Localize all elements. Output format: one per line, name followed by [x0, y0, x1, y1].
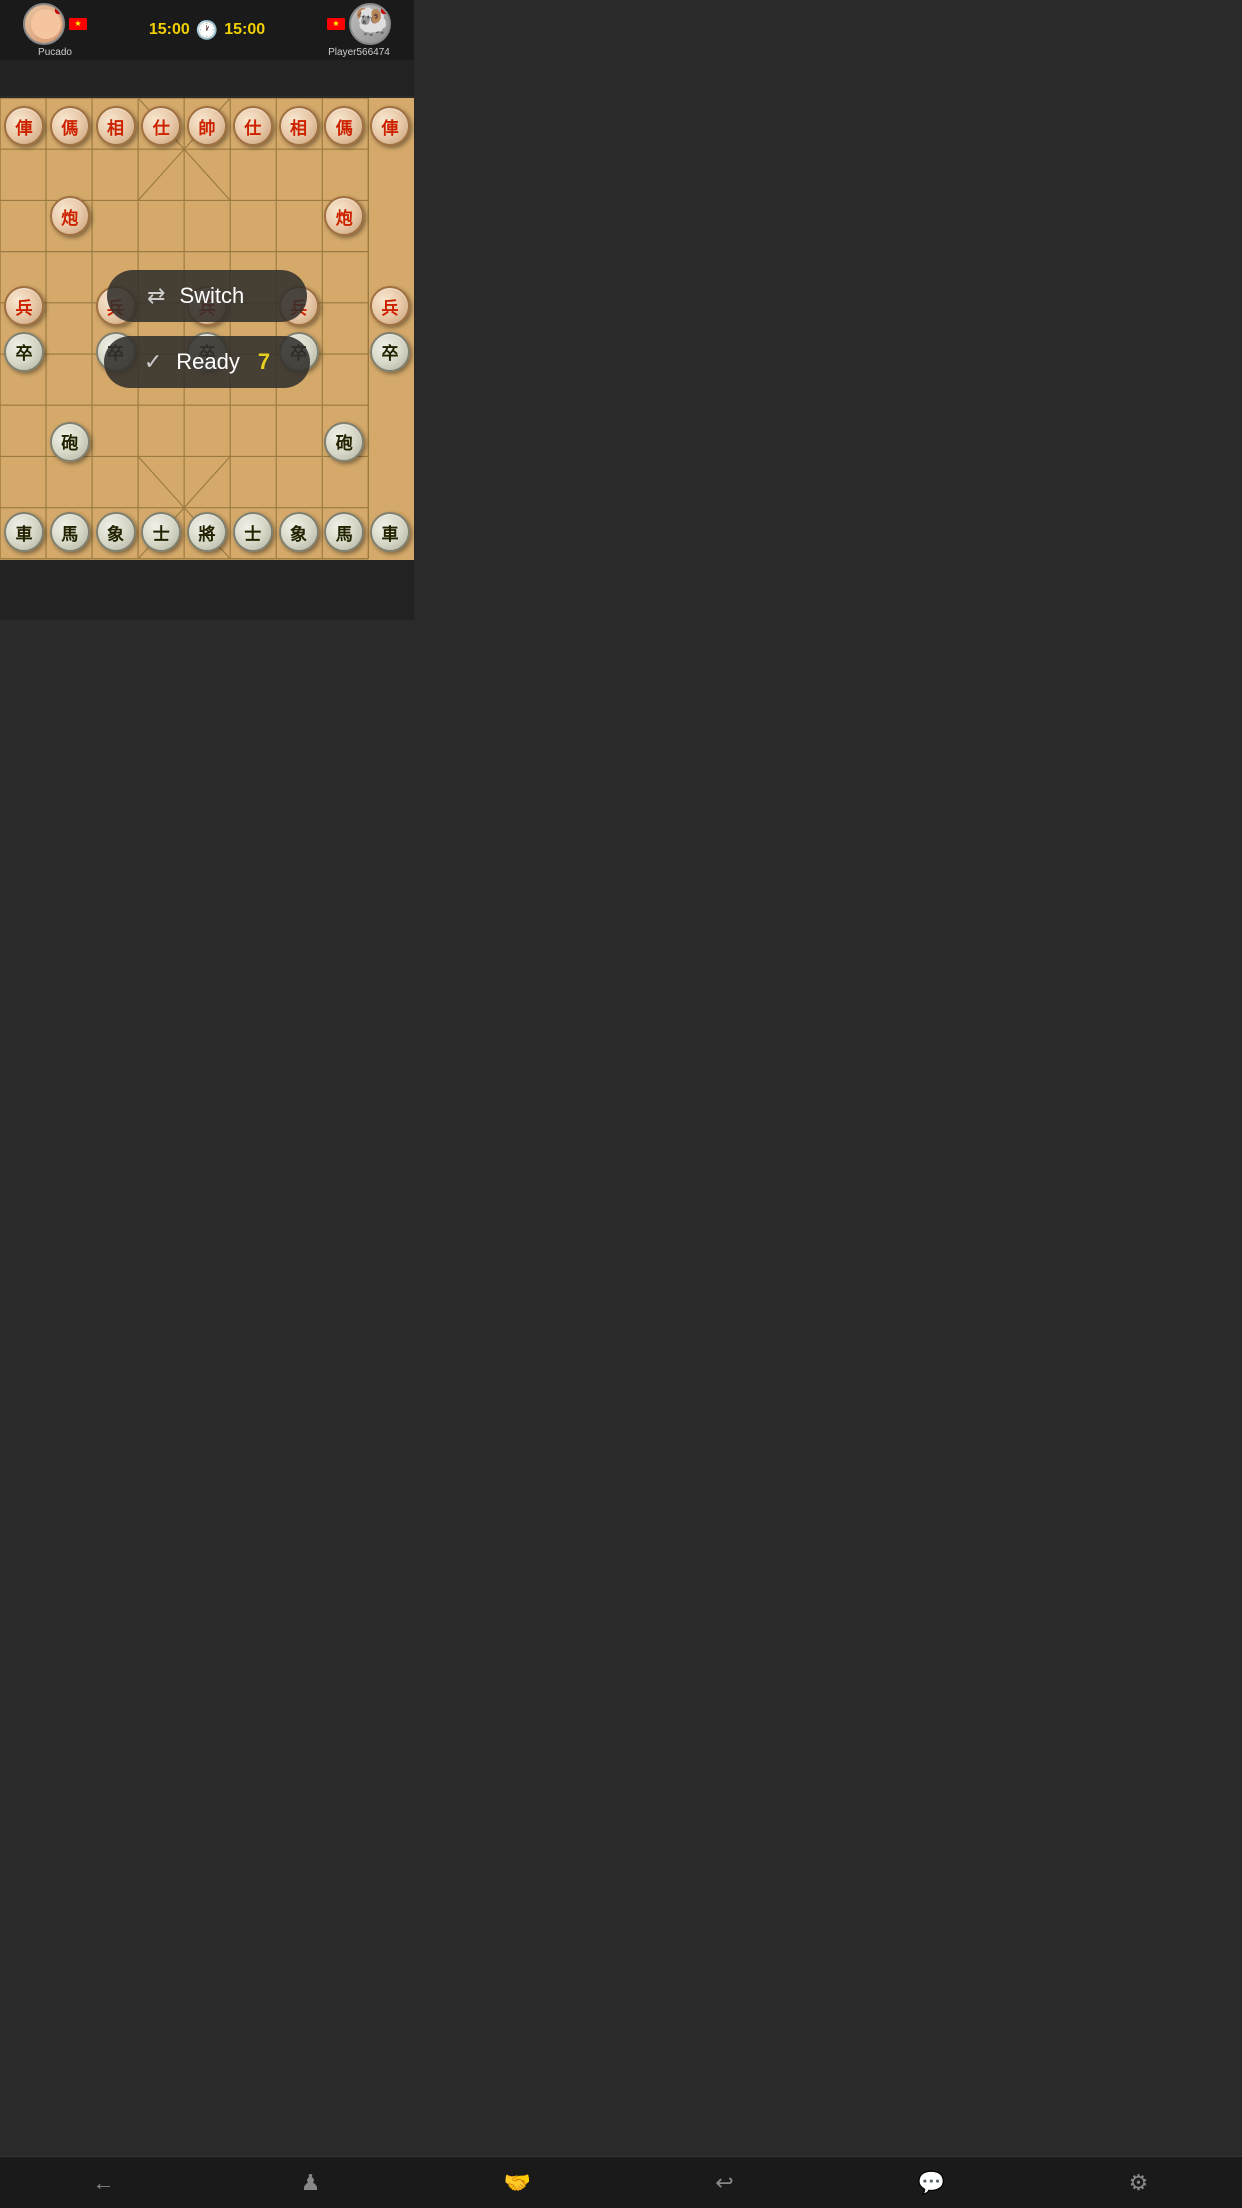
piece[interactable]: 馬	[50, 512, 90, 552]
piece[interactable]: 炮	[324, 196, 364, 236]
game-header: 将 ★ Pucado 15:00 🕐 15:00 ★ 🐏 帅 Player566…	[0, 0, 414, 60]
bottom-spacer	[0, 560, 414, 620]
handshake-icon: 🤝	[504, 2170, 531, 2196]
player2-info: ★ 🐏 帅 Player566474	[314, 3, 404, 58]
piece[interactable]: 俥	[4, 106, 44, 146]
player2-name: Player566474	[328, 47, 390, 58]
piece[interactable]: 砲	[50, 422, 90, 462]
timer-section: 15:00 🕐 15:00	[100, 20, 314, 41]
player2-avatar: 🐏 帅	[349, 3, 391, 45]
handshake-button[interactable]: 🤝	[496, 2161, 540, 2205]
player1-name: Pucado	[38, 47, 72, 58]
ready-number: 7	[258, 349, 270, 375]
player1-timer: 15:00	[149, 21, 190, 39]
piece[interactable]: 車	[370, 512, 410, 552]
switch-button[interactable]: ⇄ Switch	[107, 270, 307, 322]
piece[interactable]: 砲	[324, 422, 364, 462]
player2-flag: ★	[327, 18, 345, 30]
piece[interactable]: 相	[279, 106, 319, 146]
player-button[interactable]: ♟	[289, 2161, 333, 2205]
piece[interactable]: 象	[279, 512, 319, 552]
top-spacer	[0, 60, 414, 96]
player1-badge: 将	[55, 3, 65, 14]
piece[interactable]: 卒	[370, 332, 410, 372]
undo-button[interactable]: ↩	[703, 2161, 747, 2205]
piece[interactable]: 兵	[370, 286, 410, 326]
player1-info: 将 ★ Pucado	[10, 3, 100, 58]
undo-icon: ↩	[715, 2170, 733, 2196]
settings-icon: ⚙	[1129, 2170, 1149, 2196]
settings-button[interactable]: ⚙	[1117, 2161, 1161, 2205]
piece[interactable]: 將	[187, 512, 227, 552]
chat-button[interactable]: 💬	[910, 2161, 954, 2205]
player1-avatar: 将	[23, 3, 65, 45]
player-icon: ♟	[301, 2170, 321, 2196]
back-button[interactable]: ←	[82, 2161, 126, 2205]
piece[interactable]: 相	[96, 106, 136, 146]
board-container: 俥傌相仕帥仕相傌俥炮炮兵兵兵兵兵車馬象士將士象馬車砲砲卒卒卒卒卒 ⇄ Switc…	[0, 98, 414, 560]
piece[interactable]: 傌	[50, 106, 90, 146]
player1-flag: ★	[69, 18, 87, 30]
piece[interactable]: 傌	[324, 106, 364, 146]
ready-label: Ready	[176, 349, 240, 375]
piece[interactable]: 炮	[50, 196, 90, 236]
piece[interactable]: 馬	[324, 512, 364, 552]
check-icon: ✓	[144, 349, 162, 375]
piece[interactable]: 士	[233, 512, 273, 552]
clock-icon: 🕐	[196, 20, 218, 41]
piece[interactable]: 士	[141, 512, 181, 552]
piece[interactable]: 俥	[370, 106, 410, 146]
chat-icon: 💬	[918, 2170, 945, 2196]
xiangqi-board[interactable]: 俥傌相仕帥仕相傌俥炮炮兵兵兵兵兵車馬象士將士象馬車砲砲卒卒卒卒卒 ⇄ Switc…	[0, 98, 414, 560]
piece[interactable]: 卒	[4, 332, 44, 372]
switch-icon: ⇄	[147, 283, 165, 309]
player2-timer: 15:00	[224, 21, 265, 39]
piece[interactable]: 仕	[233, 106, 273, 146]
switch-label: Switch	[179, 283, 244, 309]
back-icon: ←	[93, 2170, 115, 2196]
player2-badge: 帅	[381, 3, 391, 14]
piece[interactable]: 車	[4, 512, 44, 552]
piece[interactable]: 仕	[141, 106, 181, 146]
piece[interactable]: 兵	[4, 286, 44, 326]
bottom-bar: ← ♟ 🤝 ↩ 💬 ⚙	[0, 2156, 1242, 2208]
piece[interactable]: 帥	[187, 106, 227, 146]
piece[interactable]: 象	[96, 512, 136, 552]
board-grid-svg	[0, 98, 414, 560]
ready-button[interactable]: ✓ Ready 7	[104, 336, 310, 388]
